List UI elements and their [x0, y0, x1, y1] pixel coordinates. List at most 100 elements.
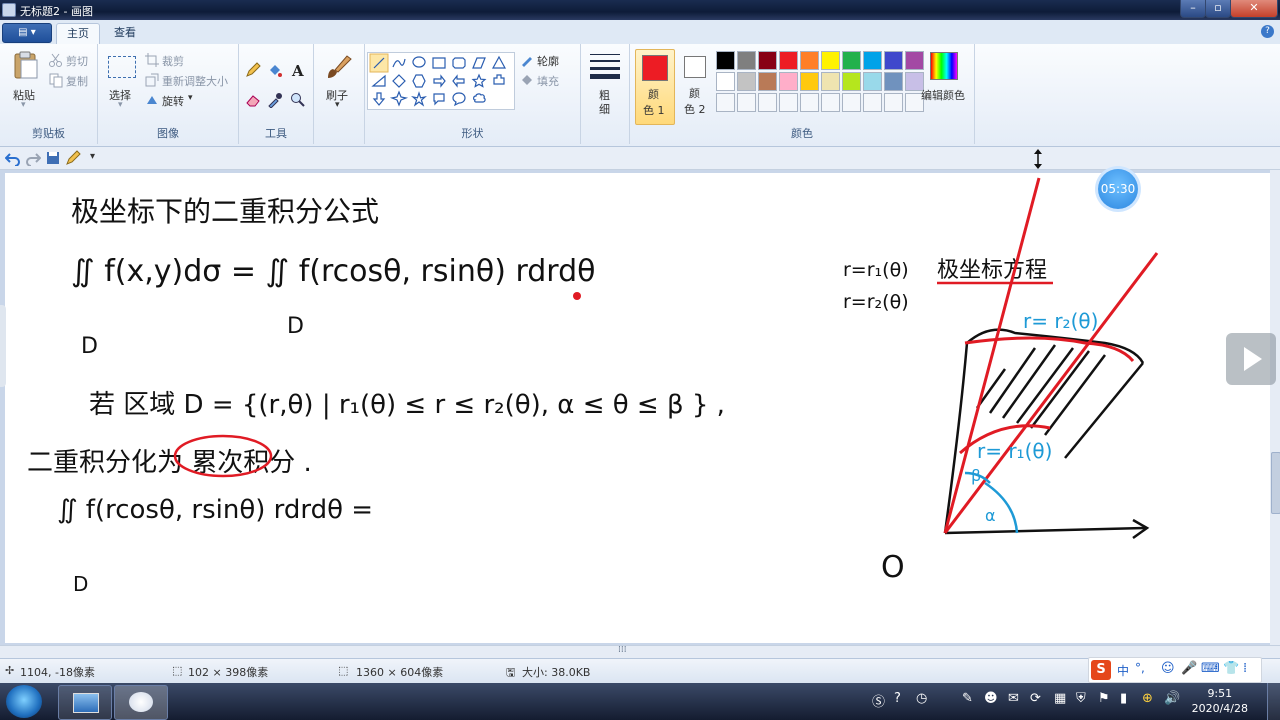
palette-swatch[interactable]: [758, 51, 777, 70]
palette-swatch[interactable]: [842, 72, 861, 91]
shape-option[interactable]: [411, 91, 427, 107]
save-icon[interactable]: [45, 150, 61, 166]
palette-swatch[interactable]: [779, 51, 798, 70]
fill-bucket-icon[interactable]: [267, 62, 283, 78]
tray-signal-icon[interactable]: ▮: [1120, 691, 1127, 706]
tray-help-icon[interactable]: ?: [894, 691, 901, 706]
edit-colors-button[interactable]: 编辑颜色: [921, 87, 965, 103]
ime-mic-icon[interactable]: 🎤: [1181, 661, 1197, 676]
palette-swatch[interactable]: [800, 72, 819, 91]
color2-button[interactable]: 颜 色 2: [677, 49, 715, 123]
rotate-dropdown-icon[interactable]: ▾: [188, 93, 193, 103]
custom-color-slot[interactable]: [758, 93, 777, 112]
shapes-grid[interactable]: [368, 53, 514, 109]
play-button[interactable]: [1226, 333, 1276, 385]
color-picker-icon[interactable]: [267, 92, 283, 108]
palette-swatch[interactable]: [842, 51, 861, 70]
palette-swatch[interactable]: [779, 72, 798, 91]
shape-option[interactable]: [372, 92, 386, 106]
tray-volume-icon[interactable]: 🔊: [1164, 691, 1180, 706]
custom-color-slot[interactable]: [800, 93, 819, 112]
maximize-button[interactable]: ▫: [1205, 0, 1231, 18]
shape-option[interactable]: [369, 53, 389, 73]
tray-network-icon[interactable]: ▦: [1054, 691, 1066, 706]
tray-qq-icon[interactable]: ☻: [984, 691, 998, 706]
ime-language[interactable]: 中: [1117, 662, 1129, 679]
rotate-button[interactable]: 旋转: [162, 93, 184, 109]
brush-icon[interactable]: [324, 52, 354, 82]
ime-logo-icon[interactable]: S: [1091, 660, 1111, 680]
ime-emoji-icon[interactable]: ☺: [1161, 661, 1175, 676]
shape-option[interactable]: [452, 92, 466, 107]
tray-update-icon[interactable]: ⟳: [1030, 691, 1041, 706]
tray-add-icon[interactable]: ⊕: [1142, 691, 1153, 706]
paste-dropdown-icon[interactable]: ▾: [21, 100, 26, 110]
vertical-scroll-thumb[interactable]: [1271, 452, 1280, 514]
palette-swatch[interactable]: [821, 72, 840, 91]
custom-color-slot[interactable]: [842, 93, 861, 112]
tray-sogou-icon[interactable]: Ⓢ: [872, 691, 885, 710]
color1-button[interactable]: 颜 色 1: [635, 49, 675, 125]
palette-swatch[interactable]: [737, 51, 756, 70]
ime-punctuation[interactable]: °,: [1135, 661, 1145, 675]
palette-swatch[interactable]: [737, 72, 756, 91]
shape-option[interactable]: [392, 58, 406, 68]
shape-option[interactable]: [433, 74, 446, 88]
paint-menu-button[interactable]: ▤ ▾: [2, 23, 52, 43]
shape-option[interactable]: [432, 57, 446, 69]
taskbar-explorer-button[interactable]: [58, 685, 112, 720]
shape-option[interactable]: [472, 57, 486, 69]
redo-icon[interactable]: [25, 150, 41, 166]
outline-button[interactable]: 轮廓: [537, 53, 559, 69]
palette-swatch[interactable]: [863, 51, 882, 70]
select-icon[interactable]: [108, 56, 136, 78]
palette-swatch[interactable]: [716, 72, 735, 91]
show-desktop-button[interactable]: [1267, 683, 1280, 720]
tray-security-icon[interactable]: ⛨: [1076, 691, 1086, 706]
vertical-scrollbar[interactable]: [1270, 170, 1280, 645]
shape-option[interactable]: [412, 74, 426, 88]
custom-color-slot[interactable]: [737, 93, 756, 112]
copy-button[interactable]: 复制: [66, 73, 88, 89]
shape-option[interactable]: [493, 74, 505, 85]
palette-swatch[interactable]: [800, 51, 819, 70]
shape-option[interactable]: [392, 74, 406, 88]
start-button[interactable]: [6, 685, 42, 718]
minimize-button[interactable]: –: [1180, 0, 1206, 18]
ime-toolbar[interactable]: S 中 °, ☺ 🎤 ⌨ 👕 ⁞: [1088, 657, 1262, 683]
text-icon[interactable]: A: [290, 62, 306, 78]
shape-option[interactable]: [452, 74, 465, 88]
resize-button[interactable]: 重新调整大小: [162, 73, 228, 89]
close-button[interactable]: ✕: [1230, 0, 1278, 18]
ime-menu-icon[interactable]: ⁞: [1243, 661, 1247, 676]
cut-button[interactable]: 剪切: [66, 53, 88, 69]
custom-color-slot[interactable]: [863, 93, 882, 112]
eraser-icon[interactable]: [245, 92, 261, 108]
horizontal-scrollbar[interactable]: ⁞⁞⁞: [0, 645, 1280, 658]
taskbar-clock[interactable]: 9:51 2020/4/28: [1192, 686, 1248, 716]
palette-swatch[interactable]: [863, 72, 882, 91]
brushes-dropdown-icon[interactable]: ▾: [335, 100, 340, 110]
shape-option[interactable]: [389, 90, 409, 107]
app-icon[interactable]: [2, 3, 16, 17]
pencil-icon[interactable]: [245, 62, 261, 78]
magnifier-icon[interactable]: [290, 92, 306, 108]
size-group[interactable]: 粗 细: [581, 44, 630, 144]
custom-color-slot[interactable]: [716, 93, 735, 112]
tab-home[interactable]: 主页: [56, 23, 100, 45]
drawing-canvas[interactable]: 极坐标下的二重积分公式 ∬ f(x,y)dσ = ∬ f(rcosθ, rsin…: [5, 173, 1270, 643]
ime-skin-icon[interactable]: 👕: [1223, 661, 1239, 676]
custom-color-slot[interactable]: [779, 93, 798, 112]
select-dropdown-icon[interactable]: ▾: [118, 100, 123, 110]
palette-swatch[interactable]: [716, 51, 735, 70]
palette-swatch[interactable]: [884, 51, 903, 70]
palette-swatch[interactable]: [884, 72, 903, 91]
tray-chat-icon[interactable]: ✉: [1008, 691, 1019, 706]
side-panel-handle[interactable]: [0, 305, 6, 387]
horizontal-scroll-grip-icon[interactable]: ⁞⁞⁞: [618, 645, 627, 655]
shape-option[interactable]: [452, 57, 466, 69]
tray-clock-icon[interactable]: ◷: [916, 691, 927, 706]
tray-flag-icon[interactable]: ⚑: [1098, 691, 1110, 706]
crop-button[interactable]: 裁剪: [162, 53, 184, 69]
pencil-quick-icon[interactable]: [65, 150, 81, 166]
